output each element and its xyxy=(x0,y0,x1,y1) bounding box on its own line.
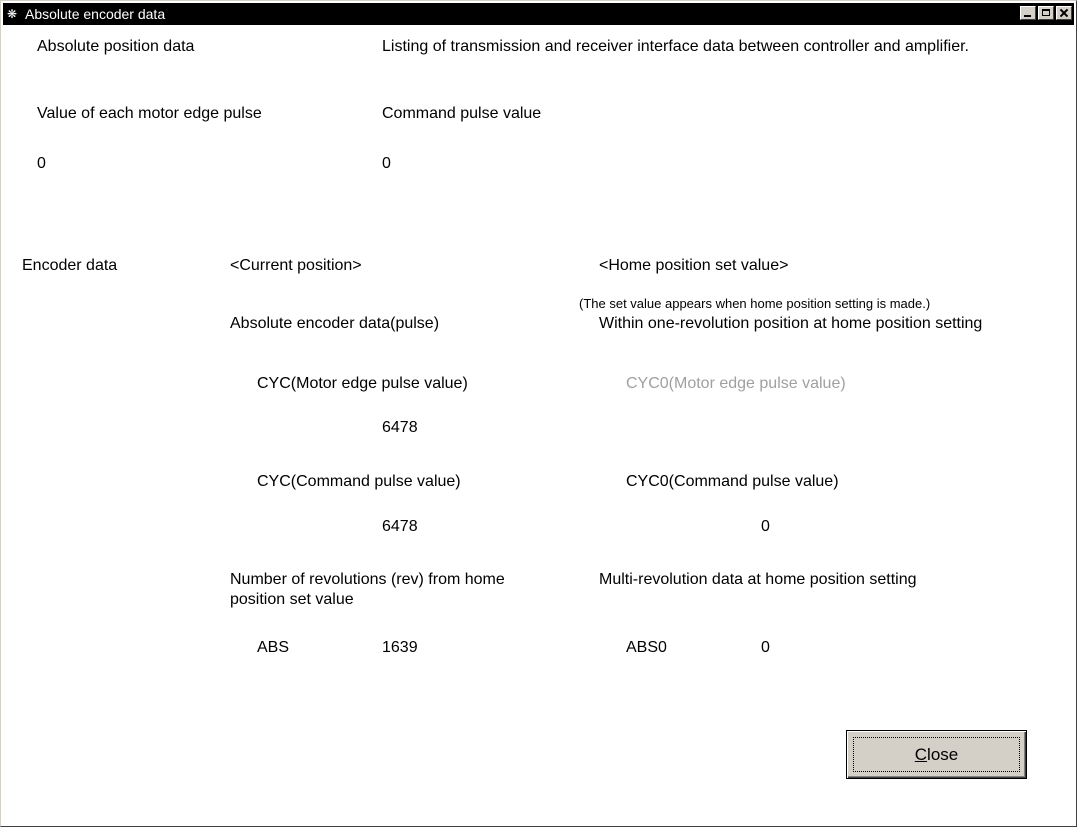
absolute-encoder-data-label: Absolute encoder data(pulse) xyxy=(230,315,440,332)
motor-edge-pulse-value: 0 xyxy=(37,155,46,172)
cyc-motor-edge-label: CYC(Motor edge pulse value) xyxy=(257,375,468,392)
cyc-command-value: 6478 xyxy=(382,518,418,535)
app-icon: ❋ xyxy=(7,7,18,21)
close-icon[interactable] xyxy=(1056,6,1072,20)
revolutions-label: Number of revolutions (rev) from home po… xyxy=(230,571,505,608)
minimize-icon[interactable] xyxy=(1020,6,1036,20)
close-mnemonic: C xyxy=(914,745,928,764)
command-pulse-label: Command pulse value xyxy=(382,105,542,122)
cyc0-command-value: 0 xyxy=(761,518,770,535)
cyc-motor-edge-value: 6478 xyxy=(382,419,418,436)
listing-description: Listing of transmission and receiver int… xyxy=(382,38,969,55)
encoder-data-label: Encoder data xyxy=(22,257,118,274)
abs-label: ABS xyxy=(257,639,290,656)
command-pulse-value: 0 xyxy=(382,155,391,172)
cyc0-command-label: CYC0(Command pulse value) xyxy=(626,473,839,490)
within-one-revolution-label: Within one-revolution position at home p… xyxy=(599,315,983,332)
home-position-note: (The set value appears when home positio… xyxy=(579,296,931,311)
motor-edge-pulse-label: Value of each motor edge pulse xyxy=(37,105,262,122)
cyc0-motor-edge-label: CYC0(Motor edge pulse value) xyxy=(626,375,846,392)
cyc-command-label: CYC(Command pulse value) xyxy=(257,473,461,490)
title-bar[interactable]: ❋ Absolute encoder data xyxy=(3,3,1074,25)
close-button-label: Close xyxy=(847,745,1026,765)
abs0-label: ABS0 xyxy=(626,639,667,656)
home-position-header: <Home position set value> xyxy=(599,257,789,274)
maximize-icon[interactable] xyxy=(1038,6,1054,20)
close-button[interactable]: Close xyxy=(846,730,1027,779)
absolute-position-data-label: Absolute position data xyxy=(37,38,195,55)
absolute-encoder-data-window: ❋ Absolute encoder data Absolute positio… xyxy=(0,0,1077,827)
window-title: Absolute encoder data xyxy=(25,6,166,22)
close-label-rest: lose xyxy=(927,745,959,764)
current-position-header: <Current position> xyxy=(230,257,362,274)
abs-value: 1639 xyxy=(382,639,418,656)
multi-revolution-label: Multi-revolution data at home position s… xyxy=(599,571,917,588)
abs0-value: 0 xyxy=(761,639,770,656)
